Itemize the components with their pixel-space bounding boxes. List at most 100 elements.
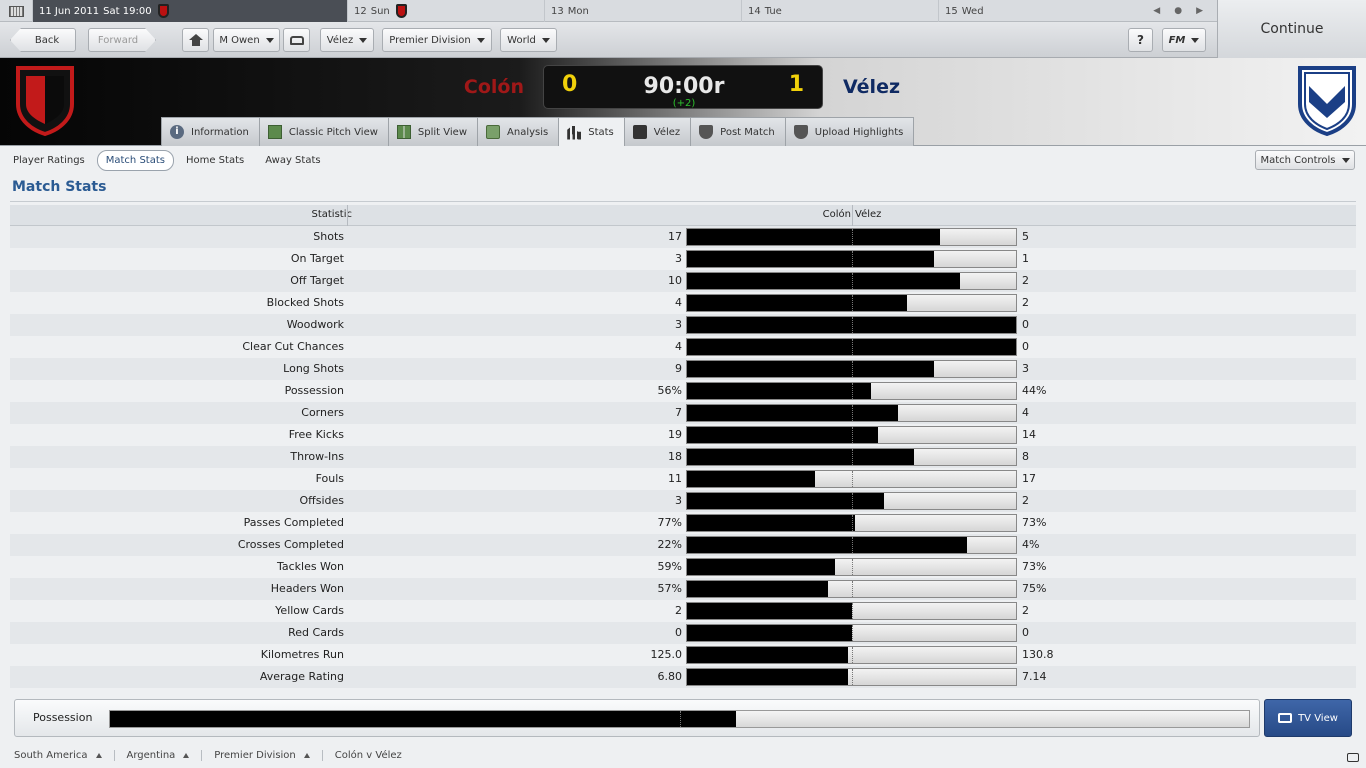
info-icon: i (170, 125, 184, 139)
comparison-bar (686, 470, 1017, 488)
column-header-away[interactable]: Vélez (855, 209, 881, 220)
date-day-number: 14 (748, 5, 761, 17)
stat-label: Throw-Ins (290, 450, 344, 463)
tab-post-match[interactable]: Post Match (690, 117, 785, 146)
tab-information[interactable]: i Information (161, 117, 259, 146)
manager-menu[interactable]: M Owen (213, 28, 280, 52)
tab-velez[interactable]: Vélez (623, 117, 691, 146)
home-value: 2 (675, 604, 682, 617)
bar-midline (852, 405, 853, 421)
stat-label: Woodwork (286, 318, 344, 331)
tab-label: Information (191, 126, 249, 138)
date-current[interactable]: 11 Jun 2011 Sat 19:00 (32, 0, 347, 22)
date-day-12[interactable]: 12 Sun (347, 0, 544, 22)
away-value: 2 (1022, 494, 1029, 507)
match-controls-button[interactable]: Match Controls (1255, 150, 1355, 170)
competition-menu[interactable]: Premier Division (382, 28, 492, 52)
home-team-name[interactable]: Colón (440, 76, 524, 98)
stat-label: Fouls (315, 472, 344, 485)
comparison-bar (686, 382, 1017, 400)
shield-icon (793, 125, 808, 139)
tv-view-button[interactable]: TV View (1264, 699, 1352, 737)
breadcrumb-label: Argentina (126, 750, 176, 761)
bar-midline (852, 251, 853, 267)
home-value: 4 (675, 340, 682, 353)
stat-label: Tackles Won (276, 560, 344, 573)
breadcrumb-south-america[interactable]: South America (14, 750, 115, 761)
scoreboard: 0 90:00r (+2) 1 (543, 65, 823, 109)
vehicle-button[interactable] (283, 28, 310, 52)
prev-arrow-icon[interactable]: ◀ (1153, 6, 1160, 16)
pitch-icon (267, 125, 282, 139)
tab-split-view[interactable]: Split View (387, 117, 478, 146)
continue-button[interactable]: Continue (1217, 0, 1366, 58)
column-header-statistic[interactable]: Statistic (311, 209, 352, 220)
breadcrumb-premier-division[interactable]: Premier Division (214, 750, 323, 761)
stat-label: Yellow Cards (275, 604, 344, 617)
possession-panel: Possession (14, 699, 1260, 737)
world-menu[interactable]: World (500, 28, 557, 52)
club-menu[interactable]: Vélez (320, 28, 374, 52)
away-team-name[interactable]: Vélez (843, 76, 900, 98)
away-crest-icon[interactable] (1296, 64, 1358, 136)
home-value: 0 (675, 626, 682, 639)
table-row: Woodwork 3 0 (10, 314, 1356, 336)
home-value: 7 (675, 406, 682, 419)
calendar-icon[interactable] (0, 0, 32, 22)
tab-classic-pitch-view[interactable]: Classic Pitch View (258, 117, 388, 146)
column-header-home[interactable]: Colón (823, 209, 851, 220)
fixture-crest-icon (157, 4, 169, 18)
possession-midline (680, 711, 681, 727)
window-icon[interactable] (1347, 753, 1359, 762)
back-button[interactable]: Back (10, 28, 76, 52)
analysis-icon (486, 125, 501, 139)
date-day-15[interactable]: 15 Wed (938, 0, 1135, 22)
date-current-detail: Sat 19:00 (103, 5, 152, 17)
stats-icon (567, 125, 582, 140)
subtab-player-ratings[interactable]: Player Ratings (4, 150, 94, 171)
subtab-away-stats[interactable]: Away Stats (256, 150, 329, 171)
table-row: Fouls 11 17 (10, 468, 1356, 490)
date-day-13[interactable]: 13 Mon (544, 0, 741, 22)
home-share-fill (687, 471, 816, 487)
home-crest-icon[interactable] (14, 64, 76, 136)
away-value: 0 (1022, 318, 1029, 331)
table-row: Yellow Cards 2 2 (10, 600, 1356, 622)
subtab-match-stats[interactable]: Match Stats (96, 150, 174, 171)
stat-label: Clear Cut Chances (242, 340, 344, 353)
tab-upload-highlights[interactable]: Upload Highlights (784, 117, 915, 146)
stat-label: Crosses Completed (237, 538, 344, 551)
breadcrumb-match[interactable]: Colón v Vélez (335, 750, 414, 761)
home-button[interactable] (182, 28, 209, 52)
away-value: 3 (1022, 362, 1029, 375)
away-value: 4% (1022, 538, 1040, 551)
tab-label: Stats (588, 127, 614, 138)
bar-midline (852, 537, 853, 553)
forward-button[interactable]: Forward (88, 28, 156, 52)
stat-label: Shots (313, 230, 344, 243)
stats-table: Statistic Colón Vélez Shots 17 5 On Target 3… (10, 205, 1356, 688)
bar-midline (852, 427, 853, 443)
world-menu-label: World (507, 34, 536, 46)
breadcrumb-argentina[interactable]: Argentina (127, 750, 203, 761)
home-icon (188, 34, 203, 46)
competition-menu-label: Premier Division (389, 34, 471, 46)
bar-midline (852, 581, 853, 597)
next-arrow-icon[interactable]: ▶ (1196, 6, 1203, 16)
fm-menu[interactable]: FM (1162, 28, 1206, 52)
table-row: Headers Won 57% 75% (10, 578, 1356, 600)
tab-stats[interactable]: Stats (558, 117, 624, 147)
chevron-down-icon (1191, 37, 1200, 43)
subtab-home-stats[interactable]: Home Stats (177, 150, 253, 171)
tab-analysis[interactable]: Analysis (477, 117, 559, 146)
help-button[interactable]: ? (1128, 28, 1153, 52)
home-value: 18 (668, 450, 682, 463)
home-share-fill (687, 493, 885, 509)
table-row: On Target 3 1 (10, 248, 1356, 270)
chevron-down-icon (541, 37, 550, 43)
date-day-14[interactable]: 14 Tue (741, 0, 938, 22)
bar-midline (852, 669, 853, 685)
home-share-fill (687, 251, 934, 267)
stat-rows: Shots 17 5 On Target 3 1 Off Target 10 2 Blocked … (10, 226, 1356, 688)
today-dot-icon[interactable]: ● (1174, 6, 1182, 16)
